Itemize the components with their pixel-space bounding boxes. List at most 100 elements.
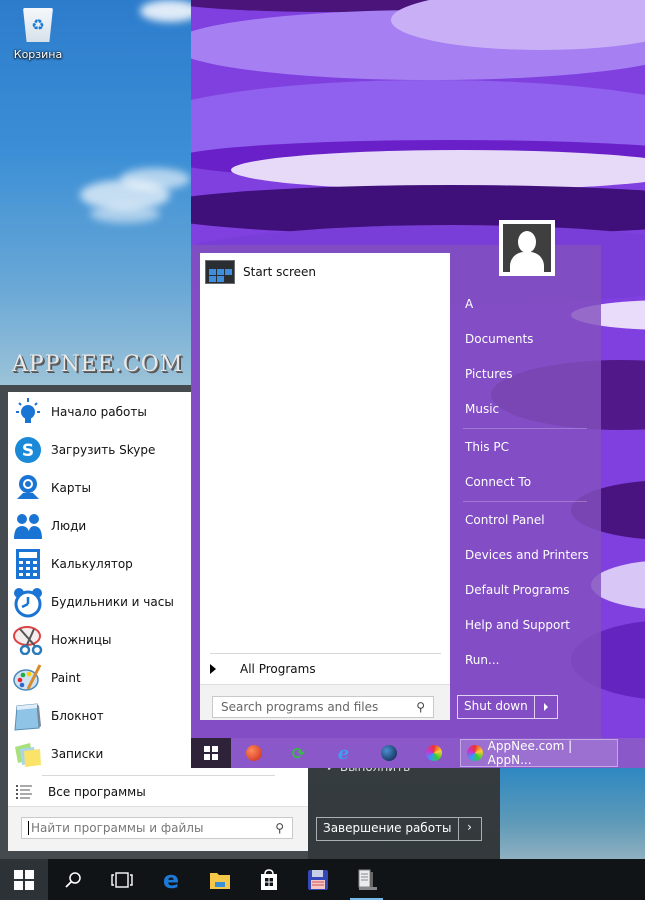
recycle-bin-icon — [23, 8, 53, 42]
triangle-right-icon — [543, 703, 548, 711]
right-item-this-pc[interactable]: This PC — [465, 440, 509, 454]
right-item-documents[interactable]: Documents — [465, 332, 533, 346]
classic-shutdown-button[interactable]: Shut down — [457, 695, 558, 719]
start-item-label: Карты — [51, 481, 91, 495]
task-view-button[interactable] — [97, 859, 146, 900]
task-view-icon — [110, 871, 133, 888]
sync-app-icon: ⟳ — [291, 743, 306, 763]
right-item-run[interactable]: Run... — [465, 653, 499, 667]
start-item-snipping[interactable]: Ножницы — [8, 621, 191, 659]
start-item-label: Люди — [51, 519, 87, 533]
search-icon: ⚲ — [416, 700, 425, 714]
desktop-wallpaper-left: Корзина APPNEE.COM — [0, 0, 191, 385]
cloud — [140, 0, 191, 22]
internet-explorer-icon: e — [337, 742, 350, 764]
start-item-notepad[interactable]: Блокнот — [8, 697, 191, 735]
notepad-icon — [10, 699, 46, 733]
text-caret — [28, 821, 29, 835]
start-item-people[interactable]: Люди — [8, 507, 191, 545]
start-item-label: Paint — [51, 671, 81, 685]
search-icon — [64, 871, 81, 888]
right-item-devices-printers[interactable]: Devices and Printers — [465, 548, 589, 562]
shutdown-label: Завершение работы — [317, 818, 459, 840]
color-ball-app-icon — [467, 745, 483, 761]
save-app-button[interactable] — [293, 859, 342, 900]
sync-app-button[interactable]: ⟳ — [276, 738, 321, 768]
start-item-paint[interactable]: Paint — [8, 659, 191, 697]
edge-icon: e — [162, 869, 178, 891]
globe-app-button[interactable] — [366, 738, 411, 768]
internet-explorer-button[interactable]: e — [321, 738, 366, 768]
start-item-alarms[interactable]: Будильники и часы — [8, 583, 191, 621]
win10-shutdown-button[interactable]: Завершение работы › — [316, 817, 482, 841]
calculator-icon — [10, 547, 46, 581]
color-ball-app-button[interactable] — [411, 738, 456, 768]
scissors-icon — [10, 623, 46, 657]
shutdown-label: Shut down — [458, 696, 535, 718]
start-item-label: Ножницы — [51, 633, 112, 647]
right-item-connect-to[interactable]: Connect To — [465, 475, 531, 489]
right-item-music[interactable]: Music — [465, 402, 499, 416]
start-item-calculator[interactable]: Калькулятор — [8, 545, 191, 583]
notepad-app-button[interactable] — [342, 859, 391, 900]
pinned-item-start-screen[interactable]: Start screen — [205, 260, 316, 284]
store-button[interactable] — [244, 859, 293, 900]
recycle-bin-shortcut[interactable]: Корзина — [10, 8, 66, 61]
right-item-help-support[interactable]: Help and Support — [465, 618, 570, 632]
win10-search-input[interactable]: Найти программы и файлы ⚲ — [21, 817, 293, 839]
start-item-sticky-notes[interactable]: Записки — [8, 735, 191, 773]
win10-taskbar: e — [0, 859, 645, 900]
right-item-pictures[interactable]: Pictures — [465, 367, 513, 381]
cloud — [120, 168, 190, 190]
search-button[interactable] — [48, 859, 97, 900]
globe-app-icon — [380, 745, 397, 761]
svg-text:S: S — [22, 441, 34, 461]
search-placeholder: Search programs and files — [221, 700, 379, 714]
desktop-wallpaper-bottom-right — [500, 768, 645, 859]
sticky-notes-icon — [10, 737, 46, 771]
chevron-right-icon[interactable]: › — [459, 818, 481, 840]
redirect-app-icon — [245, 745, 262, 761]
classic-search-input[interactable]: Search programs and files ⚲ — [212, 696, 434, 718]
windows-start-button[interactable] — [0, 859, 48, 900]
divider — [463, 428, 587, 429]
start-item-skype[interactable]: S Загрузить Skype — [8, 431, 191, 469]
color-ball-app-icon — [425, 745, 442, 761]
cloud — [90, 205, 160, 223]
classic-taskbar: ⟳ e AppNee.com | AppN... — [191, 738, 645, 768]
floppy-save-icon — [307, 869, 328, 890]
shutdown-options-arrow[interactable] — [535, 696, 557, 718]
start-screen-icon — [205, 260, 235, 284]
search-icon: ⚲ — [275, 821, 284, 835]
skype-icon: S — [10, 433, 46, 467]
all-programs-label: Все программы — [48, 785, 146, 799]
all-programs-button[interactable]: Все программы — [8, 778, 308, 806]
classic-start-left-pane — [200, 253, 450, 720]
edge-button[interactable]: e — [146, 859, 195, 900]
taskbar-task-appnee[interactable]: AppNee.com | AppN... — [460, 739, 618, 767]
all-programs-button[interactable]: All Programs — [200, 657, 450, 681]
list-icon — [16, 784, 34, 804]
windows-logo-icon — [14, 869, 34, 890]
right-item-user[interactable]: A — [465, 297, 473, 311]
start-item-getting-started[interactable]: Начало работы — [8, 393, 191, 431]
paint-palette-icon — [10, 661, 46, 695]
start-item-maps[interactable]: Карты — [8, 469, 191, 507]
right-item-control-panel[interactable]: Control Panel — [465, 513, 545, 527]
alarm-clock-icon — [10, 585, 46, 619]
all-programs-label: All Programs — [240, 662, 316, 676]
maps-icon — [10, 471, 46, 505]
redirect-app-button[interactable] — [231, 738, 276, 768]
user-avatar[interactable] — [499, 220, 555, 276]
triangle-right-icon — [210, 664, 216, 674]
file-explorer-icon — [209, 872, 230, 889]
start-item-label: Начало работы — [51, 405, 147, 419]
recycle-bin-label: Корзина — [13, 48, 63, 61]
task-label: AppNee.com | AppN... — [487, 739, 573, 767]
file-explorer-button[interactable] — [195, 859, 244, 900]
divider — [210, 653, 441, 654]
people-icon — [10, 509, 46, 543]
right-item-default-programs[interactable]: Default Programs — [465, 583, 570, 597]
classic-start-button[interactable] — [191, 738, 231, 768]
start-item-label: Записки — [51, 747, 104, 761]
